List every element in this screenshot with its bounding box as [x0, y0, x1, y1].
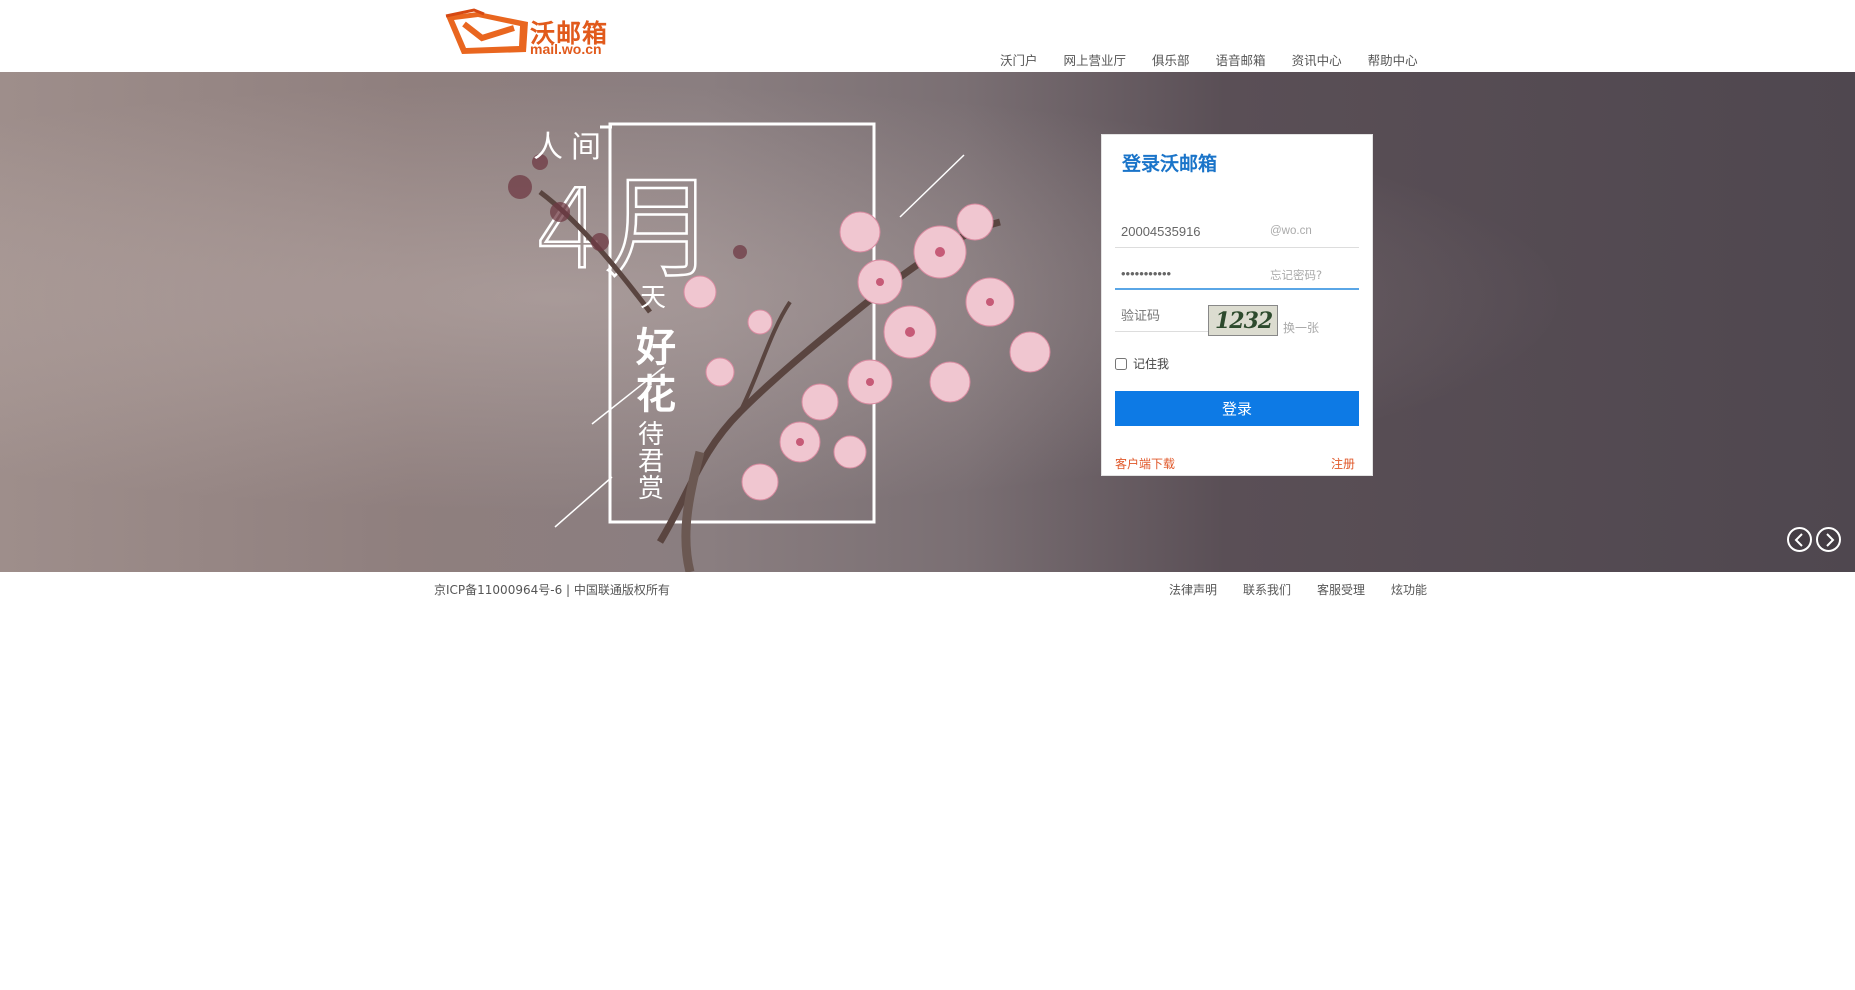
copyright-text: 京ICP备11000964号-6 | 中国联通版权所有	[434, 583, 670, 597]
captcha-input[interactable]	[1115, 299, 1205, 331]
poem-tian: 天	[640, 283, 667, 313]
captcha-row	[1115, 299, 1209, 332]
header: 沃邮箱 mail.wo.cn 沃门户 网上营业厅 俱乐部 语音邮箱 资讯中心 帮…	[0, 0, 1855, 72]
nav-item-online-hall[interactable]: 网上营业厅	[1064, 50, 1127, 69]
captcha-text: 1232	[1215, 308, 1273, 334]
login-title: 登录沃邮箱	[1122, 153, 1218, 175]
forgot-password-link[interactable]: 忘记密码?	[1270, 267, 1322, 283]
username-input[interactable]	[1115, 215, 1265, 247]
password-input[interactable]	[1115, 257, 1265, 289]
remember-label: 记住我	[1133, 357, 1170, 371]
chevron-right-icon	[1826, 533, 1835, 547]
poem-month: 4月	[535, 165, 715, 293]
logo-domain[interactable]: mail.wo.cn	[530, 41, 602, 57]
password-row: 忘记密码?	[1115, 257, 1359, 290]
nav-item-voice-mail[interactable]: 语音邮箱	[1216, 50, 1266, 69]
remember-checkbox[interactable]	[1115, 357, 1127, 370]
chevron-left-icon	[1794, 533, 1803, 547]
footer-contact-link[interactable]: 联系我们	[1243, 581, 1291, 598]
nav-item-help-center[interactable]: 帮助中心	[1368, 50, 1418, 69]
hero-banner: 4月 人间 天 好 花 待君赏	[0, 72, 1855, 572]
footer-service-link[interactable]: 客服受理	[1317, 581, 1365, 598]
nav-item-club[interactable]: 俱乐部	[1152, 50, 1190, 69]
client-download-link[interactable]: 客户端下载	[1115, 455, 1175, 472]
username-row: @wo.cn	[1115, 215, 1359, 248]
footer-nav: 法律声明 联系我们 客服受理 炫功能	[1169, 581, 1453, 598]
poem-ren: 人间	[533, 130, 609, 165]
footer-features-link[interactable]: 炫功能	[1391, 581, 1427, 598]
blossom-artwork: 4月	[508, 122, 1051, 572]
footer: 京ICP备11000964号-6 | 中国联通版权所有 法律声明 联系我们 客服…	[0, 572, 1855, 602]
slide-prev-button[interactable]	[1787, 527, 1812, 552]
nav-item-news-center[interactable]: 资讯中心	[1292, 50, 1342, 69]
top-nav: 沃门户 网上营业厅 俱乐部 语音邮箱 资讯中心 帮助中心	[1000, 50, 1444, 69]
domain-suffix: @wo.cn	[1270, 225, 1312, 237]
footer-legal-link[interactable]: 法律声明	[1169, 581, 1217, 598]
remember-me[interactable]: 记住我	[1115, 355, 1169, 372]
slide-next-button[interactable]	[1816, 527, 1841, 552]
poem-hua: 花	[636, 372, 676, 418]
login-panel: 登录沃邮箱 @wo.cn 忘记密码? 1232 换一张 记住我 登录 客户端下载…	[1101, 134, 1373, 476]
nav-item-wo-portal[interactable]: 沃门户	[1000, 50, 1038, 69]
register-link[interactable]: 注册	[1331, 455, 1355, 472]
poem-dai: 待君赏	[638, 420, 665, 504]
refresh-captcha-link[interactable]: 换一张	[1283, 319, 1319, 336]
login-button[interactable]: 登录	[1115, 391, 1359, 426]
captcha-image[interactable]: 1232	[1208, 305, 1278, 336]
